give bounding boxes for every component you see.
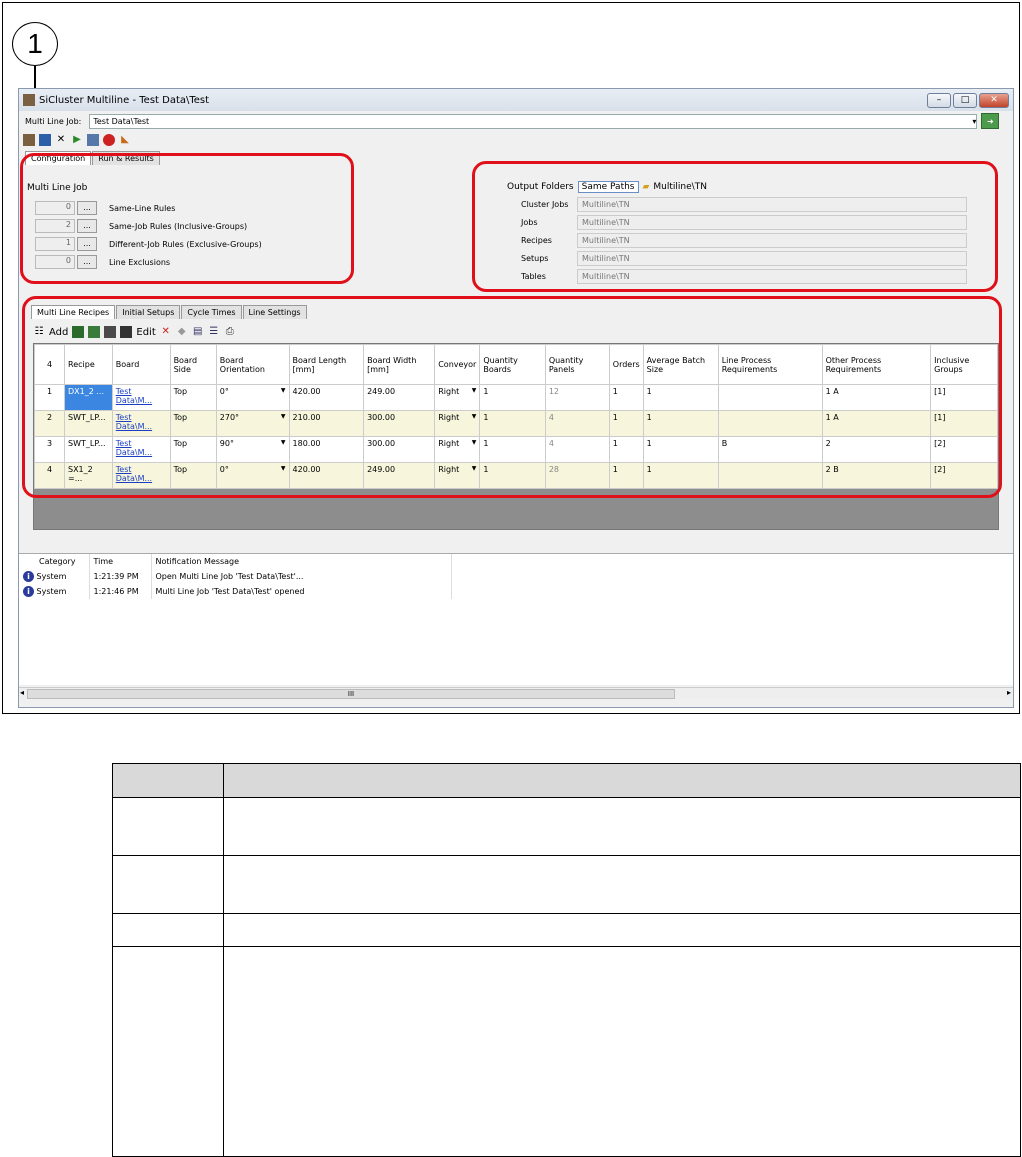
- run-icon[interactable]: ▶: [71, 134, 83, 146]
- notification-category: System: [36, 572, 67, 581]
- go-button[interactable]: ➜: [981, 113, 1000, 129]
- notification-time: 1:21:46 PM: [89, 584, 152, 599]
- callout-1: 1: [12, 22, 58, 66]
- new-job-icon[interactable]: [23, 134, 35, 146]
- horizontal-scrollbar[interactable]: ◂ III ▸: [19, 687, 1013, 699]
- highlight-box-3: [472, 161, 998, 292]
- col-category[interactable]: Category: [19, 554, 90, 569]
- scroll-left-icon[interactable]: ◂: [20, 688, 24, 697]
- legend-cell: [223, 855, 1021, 914]
- minimize-button[interactable]: –: [927, 92, 951, 108]
- scroll-right-icon[interactable]: ▸: [1007, 688, 1011, 697]
- info-icon: i: [23, 571, 34, 582]
- job-select[interactable]: Test Data\Test ▾: [89, 113, 978, 129]
- notification-header: Category Time Notification Message: [19, 554, 452, 569]
- chevron-down-icon: ▾: [972, 116, 977, 126]
- close-button[interactable]: ✕: [979, 92, 1009, 108]
- notification-panel: Category Time Notification Message i Sys…: [19, 553, 1013, 685]
- window-title: SiCluster Multiline - Test Data\Test: [39, 94, 210, 106]
- legend-cell: [223, 946, 1021, 1157]
- maximize-button[interactable]: □: [953, 92, 977, 108]
- export-icon[interactable]: [87, 134, 99, 146]
- job-select-value: Test Data\Test: [93, 116, 150, 126]
- notification-message: Multi Line Job 'Test Data\Test' opened: [151, 584, 452, 599]
- info-icon: i: [23, 586, 34, 597]
- legend-table: [112, 763, 1021, 1157]
- save-icon[interactable]: [39, 134, 51, 146]
- help-icon[interactable]: [103, 134, 115, 146]
- job-row: Multi Line Job: Test Data\Test ▾ ➜: [19, 111, 1013, 131]
- notification-message: Open Multi Line Job 'Test Data\Test'...: [151, 569, 452, 584]
- notification-time: 1:21:39 PM: [89, 569, 152, 584]
- scroll-thumb[interactable]: III: [27, 689, 675, 699]
- legend-cell: [223, 913, 1021, 947]
- col-time[interactable]: Time: [89, 554, 152, 569]
- delete-icon[interactable]: ✕: [55, 134, 67, 146]
- callout-1-label: 1: [27, 28, 43, 59]
- legend-cell: [223, 797, 1021, 856]
- chart-icon[interactable]: ◣: [119, 134, 131, 146]
- highlight-box-2: [20, 153, 354, 284]
- title-bar: SiCluster Multiline - Test Data\Test – □…: [19, 89, 1013, 111]
- legend-cell: [112, 797, 224, 856]
- legend-header-cell: [112, 763, 224, 798]
- app-icon: [23, 94, 35, 106]
- col-message[interactable]: Notification Message: [151, 554, 452, 569]
- highlight-box-4: [22, 296, 1002, 498]
- legend-cell: [112, 946, 224, 1157]
- legend-header-cell: [223, 763, 1021, 798]
- notification-row[interactable]: i System 1:21:39 PM Open Multi Line Job …: [19, 569, 452, 584]
- notification-category: System: [36, 587, 67, 596]
- legend-cell: [112, 913, 224, 947]
- legend-cell: [112, 855, 224, 914]
- main-toolbar: ✕ ▶ ◣: [19, 131, 1013, 149]
- job-label: Multi Line Job:: [25, 116, 82, 126]
- notification-row[interactable]: i System 1:21:46 PM Multi Line Job 'Test…: [19, 584, 452, 599]
